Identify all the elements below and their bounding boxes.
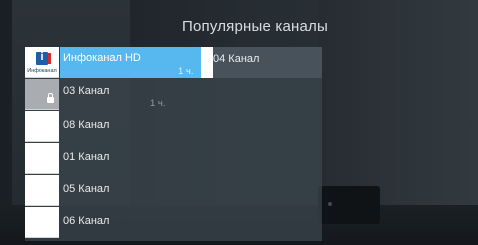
channel-row[interactable]: 08 Канал [25, 111, 322, 142]
channel-grid: Инфоканал Инфоканал HD 1 ч. 04 Канал 03 … [25, 47, 322, 241]
infokanal-logo-icon [36, 51, 51, 65]
channel-logo: Инфоканал [25, 47, 59, 78]
channel-name: 05 Канал [63, 183, 110, 195]
channel-row[interactable]: 03 Канал 1 ч. [25, 79, 322, 110]
channel-logo [25, 111, 59, 142]
channel-logo [25, 143, 59, 174]
channel-name: 08 Канал [63, 119, 110, 131]
channel-name: 01 Канал [63, 151, 110, 163]
page-title: Популярные каналы [181, 18, 328, 35]
channel-logo [201, 47, 213, 78]
channel-time: 1 ч. [178, 66, 194, 77]
channel-row[interactable]: 05 Канал [25, 175, 322, 206]
channel-logo [25, 79, 59, 110]
logo-caption: Инфоканал [27, 68, 57, 74]
channel-logo [25, 207, 59, 238]
channel-row[interactable]: 06 Канал [25, 207, 322, 238]
channel-name: 04 Канал [213, 53, 260, 65]
channel-card-next[interactable]: 04 Канал [201, 47, 322, 78]
channel-name: Инфоканал HD [63, 52, 141, 64]
channel-row[interactable]: 01 Канал [25, 143, 322, 174]
channel-card-focused[interactable]: Инфоканал HD 1 ч. [60, 47, 201, 78]
lock-icon [47, 93, 54, 103]
channel-time: 1 ч. [150, 98, 166, 109]
channel-row[interactable]: Инфоканал Инфоканал HD 1 ч. 04 Канал [25, 47, 322, 78]
channel-name: 03 Канал [63, 85, 110, 97]
background-device [318, 186, 380, 224]
channel-name: 06 Канал [63, 215, 110, 227]
channel-logo [25, 175, 59, 206]
